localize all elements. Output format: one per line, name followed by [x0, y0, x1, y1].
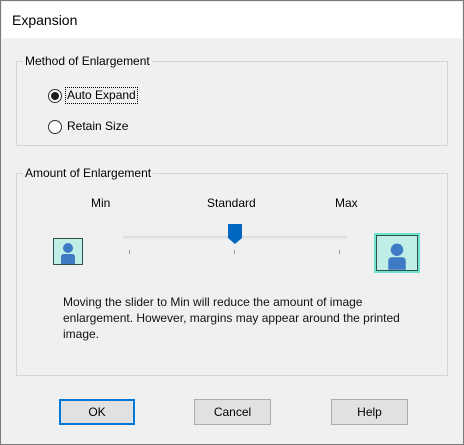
auto-expand-label[interactable]: Auto Expand: [65, 87, 138, 104]
ok-button[interactable]: OK: [59, 399, 135, 425]
amount-of-enlargement-group: Amount of Enlargement Min Standard Max M…: [16, 166, 448, 376]
tick-min: [129, 250, 130, 254]
expansion-dialog: Expansion Method of Enlargement Auto Exp…: [0, 0, 464, 445]
retain-size-radio[interactable]: Retain Size: [48, 119, 129, 134]
tick-max: [339, 250, 340, 254]
enlargement-description: Moving the slider to Min will reduce the…: [63, 295, 400, 341]
max-image-icon: [376, 235, 418, 271]
slider-min-label: Min: [91, 196, 111, 210]
radio-button-unselected[interactable]: [48, 119, 62, 134]
slider-standard-label: Standard: [207, 196, 256, 210]
tick-standard: [234, 250, 235, 254]
method-group-legend: Method of Enlargement: [23, 54, 152, 68]
slider-max-label: Max: [335, 196, 358, 210]
person-icon: [387, 242, 407, 270]
method-of-enlargement-group: Method of Enlargement Auto Expand Retain…: [16, 54, 448, 146]
cancel-button[interactable]: Cancel: [194, 399, 271, 425]
help-button[interactable]: Help: [331, 399, 408, 425]
radio-button-selected[interactable]: [48, 88, 62, 103]
retain-size-label[interactable]: Retain Size: [66, 119, 129, 134]
slider-thumb[interactable]: [228, 224, 242, 244]
dialog-title: Expansion: [2, 2, 462, 38]
auto-expand-radio[interactable]: Auto Expand: [48, 87, 138, 104]
amount-group-legend: Amount of Enlargement: [23, 166, 154, 180]
